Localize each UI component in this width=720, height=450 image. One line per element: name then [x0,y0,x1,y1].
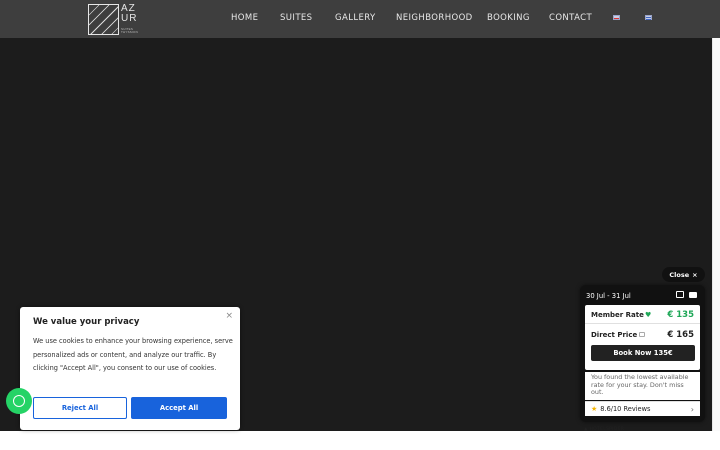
booking-widget: 30 Jul - 31 Jul Member Rate ♥ € 135 Dire… [580,285,705,422]
close-icon[interactable]: × [225,311,233,321]
accept-all-button[interactable]: Accept All [131,397,227,419]
nav-neighborhood[interactable]: NEIGHBORHOOD [396,13,473,23]
azur-logo[interactable]: AZ UR SUITES THYSSION [88,4,142,36]
reviews-text: 8.6/10 Reviews [600,405,651,413]
chevron-right-icon: › [690,405,694,414]
logo-subtitle: SUITES THYSSION [121,27,138,34]
english-flag-icon[interactable] [613,15,620,20]
close-icon: × [692,270,698,279]
cookie-consent-dialog: × We value your privacy We use cookies t… [20,307,240,430]
direct-price-label: Direct Price [591,331,638,339]
widget-close-label: Close [669,270,690,279]
nav-booking[interactable]: BOOKING [487,13,530,23]
reviews-link[interactable]: ★ 8.6/10 Reviews › [585,401,700,416]
star-icon: ★ [591,405,598,413]
book-now-button[interactable]: Book Now 135€ [591,345,695,361]
rate-card: Member Rate ♥ € 135 Direct Price € 165 B… [585,305,700,370]
logo-mark-icon [88,4,119,35]
widget-close-button[interactable]: Close × [662,267,705,282]
greek-flag-icon[interactable] [645,15,652,20]
whatsapp-glyph [13,395,25,407]
nav-contact[interactable]: CONTACT [549,13,592,23]
stay-dates: 30 Jul - 31 Jul [586,292,631,300]
lowest-rate-message: You found the lowest available rate for … [585,372,700,400]
direct-price-row: Direct Price € 165 [585,325,700,345]
cookie-title: We value your privacy [33,317,140,327]
nav-suites[interactable]: SUITES [280,13,312,23]
chat-icon[interactable] [676,291,684,298]
member-rate-row: Member Rate ♥ € 135 [585,305,700,324]
heart-icon: ♥ [645,311,652,319]
member-rate-price: € 135 [667,310,694,320]
member-rate-label: Member Rate [591,311,644,319]
whatsapp-icon[interactable] [6,388,32,414]
page: AZ UR SUITES THYSSION HOME SUITES GALLER… [0,0,720,450]
nav-home[interactable]: HOME [231,13,258,23]
nav-gallery[interactable]: GALLERY [335,13,376,23]
logo-line-2: UR [121,13,138,24]
powered-by-logo: ▲ HOTELSPIDER [584,427,625,432]
logo-text: AZ UR [121,4,137,24]
direct-price-value: € 165 [667,330,694,340]
lock-icon [639,332,645,337]
page-bottom [0,431,720,450]
mail-icon[interactable] [689,292,697,298]
cookie-description: We use cookies to enhance your browsing … [33,337,233,372]
site-header: AZ UR SUITES THYSSION HOME SUITES GALLER… [0,0,720,38]
page-scrollbar[interactable] [712,38,720,431]
reject-all-button[interactable]: Reject All [33,397,127,419]
